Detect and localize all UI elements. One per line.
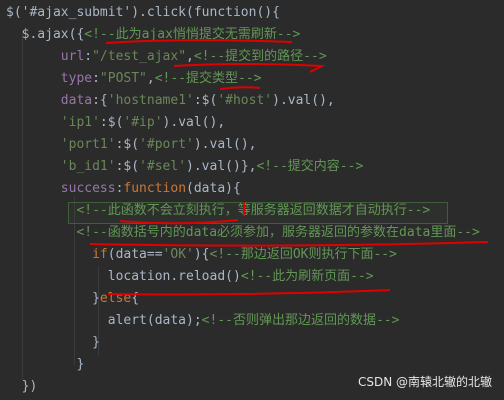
code-line: data:{'hostname1':$('#host').val(), — [6, 90, 335, 112]
code-line: } — [6, 354, 84, 376]
code-line: } else{ — [6, 288, 139, 310]
code-line: <!--此函数不会立刻执行，等服务器返回数据才自动执行--> — [6, 200, 430, 222]
code-token: , — [146, 71, 155, 86]
code-token: location.reload() — [6, 269, 241, 284]
code-token: alert(data); — [6, 313, 202, 328]
code-line: 'b_id1':$('#sel').val()}, <!--提交内容--> — [6, 156, 364, 178]
code-token: 'port1' — [6, 137, 116, 152]
code-comment: <!--否则弹出那边返回的数据--> — [201, 313, 400, 328]
code-comment: <!--提交内容--> — [256, 159, 364, 174]
code-line: success: function (data){ — [6, 178, 241, 200]
code-comment: <!--函数括号内的data必须参加，服务器返回的参数在data里面--> — [6, 225, 480, 240]
code-comment: <!--那边返回OK则执行下面--> — [209, 247, 397, 262]
code-token: : — [92, 71, 100, 86]
underline-mark — [107, 289, 391, 296]
code-comment: <!--此为ajax悄悄提交无需刷新--> — [84, 27, 301, 42]
code-token: else — [99, 291, 132, 306]
code-token: '#ip' — [123, 115, 163, 130]
code-token: : — [115, 181, 124, 196]
code-line: url: "/test_ajax", <!--提交到的路径--> — [6, 46, 327, 68]
code-token: :$( — [99, 115, 124, 130]
code-comment: <!--此函数不会立刻执行，等服务器返回数据才自动执行--> — [6, 203, 431, 218]
code-token: ).val(), — [272, 93, 335, 108]
code-line: $('#ajax_submit').click(function(){ — [6, 2, 280, 24]
code-comment: <!--提交类型--> — [154, 71, 262, 86]
code-token: (data== — [107, 247, 163, 262]
code-token: type — [6, 71, 93, 86]
code-line: 'port1':$('#port').val(), — [6, 134, 257, 156]
code-token: $.ajax({ — [6, 27, 85, 42]
code-line: location.reload() <!--此为刷新页面--> — [6, 266, 374, 288]
code-token: "POST" — [99, 71, 147, 86]
code-token: '#host' — [217, 93, 273, 108]
code-token: ).val(), — [162, 115, 226, 130]
code-line: } — [6, 332, 100, 354]
code-token: : — [84, 49, 93, 64]
code-token: } — [6, 335, 100, 350]
code-token: ).val(), — [193, 137, 257, 152]
code-token: 'b_id1' — [6, 159, 116, 174]
code-line: $.ajax({<!--此为ajax悄悄提交无需刷新--> — [6, 24, 301, 46]
code-token: ){ — [193, 247, 210, 262]
code-token: success — [6, 181, 116, 196]
code-token: $('#ajax_submit').click(function(){ — [6, 5, 280, 20]
code-token: '#port' — [139, 137, 194, 152]
code-line: <!--函数括号内的data必须参加，服务器返回的参数在data里面--> — [6, 222, 480, 244]
code-token: data — [6, 93, 93, 108]
code-token: :{ — [92, 93, 108, 108]
code-token: (data){ — [186, 181, 241, 196]
code-token: url — [6, 49, 85, 64]
code-token: } — [6, 357, 85, 372]
code-comment: <!--此为刷新页面--> — [240, 269, 374, 284]
code-token: 'ip1' — [6, 115, 100, 130]
code-token: "/test_ajax" — [92, 49, 187, 64]
code-token: { — [131, 291, 140, 306]
code-line: 'ip1':$('#ip').val(), — [6, 112, 225, 134]
code-token: :$( — [115, 137, 140, 152]
code-token: ).val()}, — [186, 159, 257, 174]
code-token: 'hostname1' — [107, 93, 194, 108]
code-token: if — [6, 247, 108, 262]
code-line: type: "POST", <!--提交类型--> — [6, 68, 262, 90]
code-token: function — [123, 181, 187, 196]
code-editor[interactable]: $('#ajax_submit').click(function(){ $.aj… — [0, 0, 504, 400]
code-token: '#sel' — [139, 159, 187, 174]
code-token: :$( — [193, 93, 218, 108]
code-line: if (data== 'OK'){<!--那边返回OK则执行下面--> — [6, 244, 397, 266]
code-token: } — [6, 291, 100, 306]
code-comment: <!--提交到的路径--> — [193, 49, 327, 64]
code-token: :$( — [115, 159, 140, 174]
watermark-text: CSDN @南辕北辙的北辙 — [357, 375, 492, 389]
code-line: alert(data); <!--否则弹出那边返回的数据--> — [6, 310, 400, 332]
code-token: }) — [6, 379, 38, 394]
code-token: 'OK' — [162, 247, 194, 262]
code-token: , — [186, 49, 194, 64]
code-line: }) — [6, 376, 38, 398]
